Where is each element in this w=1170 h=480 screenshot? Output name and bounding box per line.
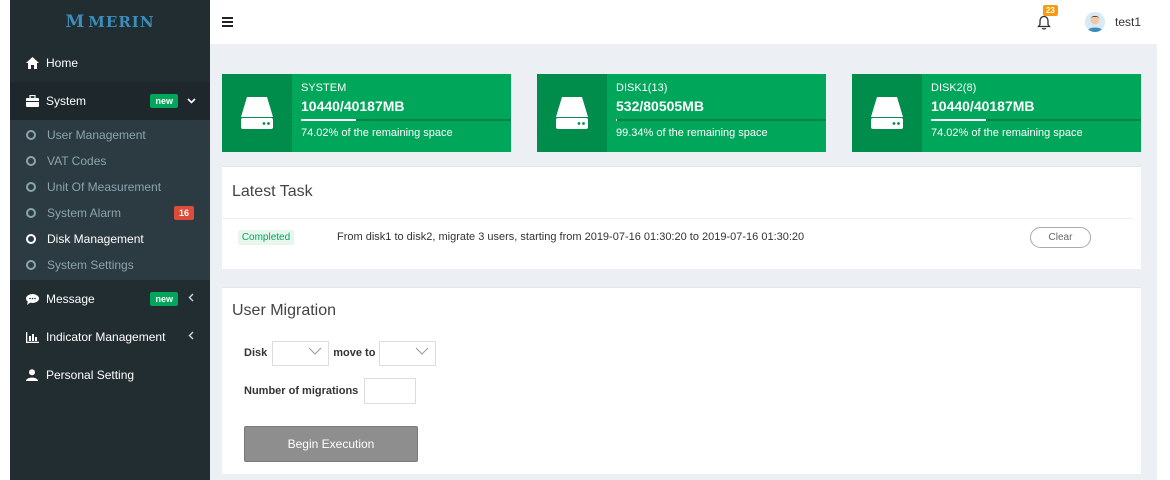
- migration-count-input[interactable]: [364, 378, 417, 404]
- sidebar-item-message[interactable]: Message new: [10, 280, 210, 318]
- stat-progress-fill: [616, 119, 618, 121]
- user-icon: [24, 369, 40, 381]
- stat-description: 74.02% of the remaining space: [301, 127, 453, 139]
- stat-value: 10440/40187MB: [301, 98, 405, 114]
- sidebar-item-home[interactable]: Home: [10, 44, 210, 82]
- stat-name: DISK2(8): [931, 82, 977, 94]
- panel-title: User Migration: [232, 302, 337, 319]
- home-icon: [24, 57, 40, 69]
- submenu-item-system-settings[interactable]: System Settings: [10, 252, 210, 278]
- avatar[interactable]: [1084, 12, 1105, 32]
- clear-button[interactable]: Clear: [1030, 226, 1091, 248]
- sidebar-item-label: Home: [46, 56, 79, 70]
- execute-row: Begin Execution: [222, 426, 1141, 462]
- circle-icon: [26, 260, 36, 270]
- notification-count-badge: 23: [1042, 5, 1058, 16]
- circle-icon: [26, 234, 36, 244]
- submenu-item-vat-codes[interactable]: VAT Codes: [10, 148, 210, 174]
- alarm-count-badge: 16: [173, 206, 194, 220]
- source-disk-select[interactable]: [272, 340, 330, 366]
- submenu-item-unit-of-measurement[interactable]: Unit Of Measurement: [10, 174, 210, 200]
- submenu-item-user-management[interactable]: User Management: [10, 122, 210, 148]
- stat-name: SYSTEM: [301, 82, 347, 94]
- chevron-down-icon: [308, 347, 322, 358]
- navbar-right: 23 test1: [1037, 5, 1141, 32]
- submenu-item-disk-management[interactable]: Disk Management: [10, 226, 210, 252]
- hamburger-icon[interactable]: [222, 14, 233, 30]
- submenu-item-label: VAT Codes: [47, 154, 107, 168]
- hdd-icon: [537, 74, 607, 152]
- sidebar-item-system[interactable]: System new: [10, 82, 210, 120]
- comment-icon: [24, 293, 40, 305]
- stat-name: DISK1(13): [616, 82, 668, 94]
- begin-execution-button[interactable]: Begin Execution: [244, 426, 418, 462]
- sidebar-item-personal-setting[interactable]: Personal Setting: [10, 356, 210, 394]
- task-row: Completed From disk1 to disk2, migrate 3…: [222, 219, 1141, 255]
- user-migration-panel: User Migration Disk move to Number of mi…: [222, 287, 1141, 474]
- sidebar-item-label: System: [46, 94, 87, 108]
- stat-progress: [931, 119, 1141, 121]
- target-disk-select[interactable]: [379, 340, 437, 366]
- stat-card-disk2: DISK2(8) 10440/40187MB 74.02% of the rem…: [852, 74, 1141, 152]
- submenu-item-label: User Management: [47, 128, 146, 142]
- main-content: SYSTEM 10440/40187MB 74.02% of the remai…: [210, 44, 1157, 480]
- circle-icon: [26, 130, 36, 140]
- circle-icon: [26, 208, 36, 218]
- sidebar-item-label: Message: [46, 292, 95, 306]
- bar-chart-icon: [24, 331, 40, 343]
- chevron-left-icon: [186, 293, 196, 305]
- top-navbar: 23 test1: [210, 0, 1157, 44]
- username-label[interactable]: test1: [1115, 15, 1141, 29]
- briefcase-icon: [24, 95, 40, 107]
- migration-count-label: Number of migrations: [244, 385, 359, 397]
- circle-icon: [26, 156, 36, 166]
- chevron-down-icon: [415, 347, 429, 358]
- brand-logo[interactable]: M MERIN: [10, 0, 210, 44]
- status-badge: Completed: [238, 229, 294, 245]
- sidebar-item-indicator-management[interactable]: Indicator Management: [10, 318, 210, 356]
- sidebar: M MERIN Home System new User Management …: [10, 0, 210, 480]
- sidebar-item-label: Indicator Management: [46, 330, 166, 344]
- circle-icon: [26, 182, 36, 192]
- bell-icon: [1037, 15, 1051, 30]
- brand-name: MERIN: [88, 13, 155, 31]
- system-submenu: User Management VAT Codes Unit Of Measur…: [10, 120, 210, 280]
- stat-progress: [301, 119, 511, 121]
- new-badge: new: [150, 292, 178, 306]
- stat-card-system: SYSTEM 10440/40187MB 74.02% of the remai…: [222, 74, 511, 152]
- submenu-item-label: Unit Of Measurement: [47, 180, 162, 194]
- submenu-item-label: Disk Management: [47, 232, 144, 246]
- disk-stat-row: SYSTEM 10440/40187MB 74.02% of the remai…: [222, 74, 1141, 152]
- panel-title: Latest Task: [222, 167, 1133, 219]
- chevron-down-icon: [186, 95, 196, 107]
- brand-mark: M: [65, 12, 84, 32]
- new-badge: new: [150, 94, 178, 108]
- task-description: From disk1 to disk2, migrate 3 users, st…: [337, 231, 805, 243]
- stat-progress-fill: [931, 119, 986, 121]
- chevron-left-icon: [186, 331, 196, 343]
- submenu-item-system-alarm[interactable]: System Alarm 16: [10, 200, 210, 226]
- move-to-label: move to: [333, 347, 376, 359]
- disk-select-row: Disk move to: [222, 336, 1141, 370]
- hdd-icon: [852, 74, 922, 152]
- submenu-item-label: System Settings: [47, 258, 134, 272]
- disk-label: Disk: [244, 347, 268, 359]
- stat-description: 99.34% of the remaining space: [616, 127, 768, 139]
- notifications-button[interactable]: 23: [1037, 5, 1058, 32]
- latest-task-panel: Latest Task Completed From disk1 to disk…: [222, 166, 1141, 269]
- stat-value: 532/80505MB: [616, 98, 704, 114]
- stat-description: 74.02% of the remaining space: [931, 127, 1083, 139]
- stat-progress: [616, 119, 826, 121]
- page-edge: [1157, 0, 1170, 480]
- submenu-item-label: System Alarm: [47, 206, 122, 220]
- hdd-icon: [222, 74, 292, 152]
- sidebar-item-label: Personal Setting: [46, 368, 135, 382]
- stat-progress-fill: [301, 119, 356, 121]
- stat-card-disk1: DISK1(13) 532/80505MB 99.34% of the rema…: [537, 74, 826, 152]
- migration-count-row: Number of migrations: [222, 372, 1141, 410]
- stat-value: 10440/40187MB: [931, 98, 1035, 114]
